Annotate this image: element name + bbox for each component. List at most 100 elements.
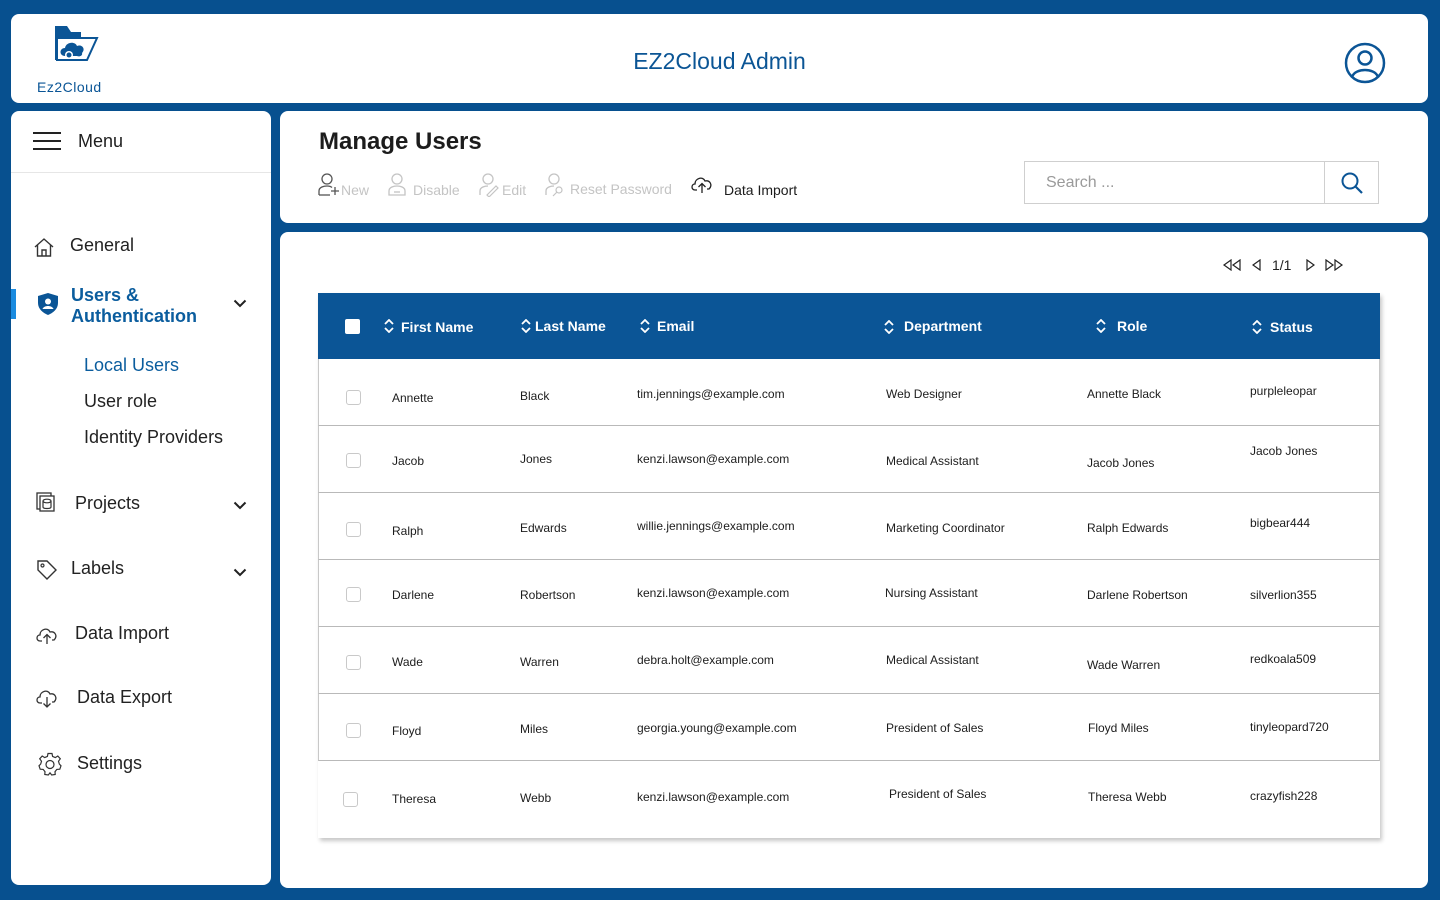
prev-page-icon[interactable] bbox=[1252, 259, 1262, 271]
table-row[interactable]: Floyd Miles georgia.young@example.com Pr… bbox=[318, 694, 1380, 761]
cell-role: Darlene Robertson bbox=[1087, 588, 1188, 602]
cell-last-name: Robertson bbox=[520, 588, 576, 602]
sidebar-subitem-identity-providers[interactable]: Identity Providers bbox=[84, 427, 223, 448]
sidebar-item-general[interactable]: General bbox=[11, 231, 271, 261]
data-import-label: Data Import bbox=[724, 182, 798, 198]
gear-icon bbox=[38, 752, 62, 776]
select-all-checkbox[interactable] bbox=[345, 319, 360, 334]
menu-label: Menu bbox=[78, 131, 124, 151]
user-circle-icon bbox=[1344, 42, 1386, 84]
cell-first-name: Jacob bbox=[392, 454, 425, 468]
sidebar-subitem-user-role[interactable]: User role bbox=[84, 391, 157, 412]
column-label: Email bbox=[657, 318, 695, 334]
sidebar-item-data-export[interactable]: Data Export bbox=[11, 684, 271, 714]
cell-status: silverlion355 bbox=[1250, 588, 1317, 602]
user-disable-icon bbox=[388, 173, 406, 196]
menu-header[interactable]: Menu bbox=[11, 111, 271, 173]
folder-stack-icon bbox=[36, 492, 55, 512]
new-label: New bbox=[341, 182, 370, 198]
user-edit-icon bbox=[479, 173, 499, 197]
table-row[interactable]: Ralph Edwards willie.jennings@example.co… bbox=[318, 493, 1380, 560]
table-row[interactable]: Wade Warren debra.holt@example.com Medic… bbox=[318, 627, 1380, 694]
top-header: Ez2Cloud EZ2Cloud Admin bbox=[11, 14, 1428, 103]
table-row[interactable]: Darlene Robertson kenzi.lawson@example.c… bbox=[318, 560, 1380, 627]
page-title: Manage Users bbox=[319, 128, 482, 155]
cell-last-name: Warren bbox=[520, 655, 559, 669]
cell-role: Theresa Webb bbox=[1088, 790, 1167, 804]
first-page-icon[interactable] bbox=[1222, 259, 1242, 271]
table-header: First Name Last Name Email Department Ro… bbox=[318, 293, 1380, 359]
sidebar-item-settings[interactable]: Settings bbox=[11, 749, 271, 779]
sidebar-item-label-line2: Authentication bbox=[71, 306, 197, 326]
sidebar-item-projects[interactable]: Projects bbox=[11, 489, 271, 519]
sort-icon bbox=[1252, 320, 1262, 334]
sidebar-item-labels[interactable]: Labels bbox=[11, 555, 271, 585]
page-indicator: 1/1 bbox=[1272, 257, 1292, 273]
tag-icon bbox=[37, 560, 57, 580]
next-page-icon[interactable] bbox=[1305, 259, 1315, 271]
sidebar-item-label: Labels bbox=[71, 558, 125, 578]
last-page-icon[interactable] bbox=[1324, 259, 1344, 271]
row-checkbox[interactable] bbox=[343, 792, 358, 807]
row-checkbox[interactable] bbox=[346, 655, 361, 670]
sidebar-item-label: Projects bbox=[75, 493, 141, 513]
disable-label: Disable bbox=[413, 182, 460, 198]
user-avatar[interactable] bbox=[1344, 42, 1386, 89]
sort-icon bbox=[521, 319, 531, 333]
users-table: First Name Last Name Email Department Ro… bbox=[318, 293, 1380, 838]
sidebar-subitem-local-users[interactable]: Local Users bbox=[84, 355, 179, 376]
row-checkbox[interactable] bbox=[346, 453, 361, 468]
user-key-icon bbox=[545, 173, 563, 197]
cell-last-name: Miles bbox=[520, 722, 549, 736]
data-import-button[interactable]: Data Import bbox=[690, 173, 805, 201]
new-user-button[interactable]: New bbox=[318, 173, 378, 201]
cell-first-name: Annette bbox=[392, 391, 434, 405]
cell-status: crazyfish228 bbox=[1250, 789, 1318, 803]
cell-email: georgia.young@example.com bbox=[637, 721, 797, 735]
edit-user-button[interactable]: Edit bbox=[479, 173, 529, 201]
sidebar: Menu General Users & Authentication Loca… bbox=[11, 111, 271, 885]
chevron-down-icon[interactable] bbox=[233, 501, 247, 510]
disable-user-button[interactable]: Disable bbox=[388, 173, 468, 201]
sort-icon bbox=[640, 319, 650, 333]
cell-department: Medical Assistant bbox=[886, 454, 979, 468]
cell-email: willie.jennings@example.com bbox=[637, 519, 795, 533]
table-row[interactable]: Annette Black tim.jennings@example.com W… bbox=[318, 359, 1380, 426]
cell-role: Jacob Jones bbox=[1087, 456, 1155, 470]
reset-password-label: Reset Password bbox=[570, 181, 672, 197]
edit-label: Edit bbox=[502, 182, 527, 198]
cell-role: Floyd Miles bbox=[1088, 721, 1149, 735]
cell-department: Web Designer bbox=[886, 387, 962, 401]
chevron-down-icon[interactable] bbox=[233, 568, 247, 577]
chevron-down-icon[interactable] bbox=[233, 299, 247, 308]
cell-role: Annette Black bbox=[1087, 387, 1162, 401]
row-checkbox[interactable] bbox=[346, 587, 361, 602]
search-icon bbox=[1341, 172, 1363, 194]
search-input[interactable] bbox=[1025, 162, 1325, 203]
row-checkbox[interactable] bbox=[346, 522, 361, 537]
sidebar-item-label: Data Import bbox=[75, 623, 170, 643]
search-box bbox=[1024, 161, 1379, 204]
column-label: Role bbox=[1117, 318, 1148, 334]
table-row[interactable]: Theresa Webb kenzi.lawson@example.com Pr… bbox=[318, 761, 1380, 828]
cell-last-name: Jones bbox=[520, 452, 553, 466]
row-checkbox[interactable] bbox=[346, 390, 361, 405]
row-checkbox[interactable] bbox=[346, 723, 361, 738]
home-icon bbox=[34, 238, 54, 257]
sidebar-item-data-import[interactable]: Data Import bbox=[11, 619, 271, 649]
hamburger-icon[interactable] bbox=[33, 132, 61, 150]
reset-password-button[interactable]: Reset Password bbox=[545, 173, 675, 201]
search-button[interactable] bbox=[1324, 162, 1378, 203]
table-row[interactable]: Jacob Jones kenzi.lawson@example.com Med… bbox=[318, 426, 1380, 493]
sort-icon bbox=[1096, 319, 1106, 333]
cell-status: bigbear444 bbox=[1250, 516, 1311, 530]
cell-last-name: Black bbox=[520, 389, 550, 403]
cell-status: redkoala509 bbox=[1250, 652, 1317, 666]
cell-email: kenzi.lawson@example.com bbox=[637, 586, 790, 600]
pagination: 1/1 bbox=[1220, 256, 1350, 276]
users-content-panel: 1/1 First Name Last Name Email Departmen… bbox=[280, 232, 1428, 888]
cell-status: purpleleopar bbox=[1250, 384, 1317, 398]
cell-first-name: Theresa bbox=[392, 792, 437, 806]
sidebar-item-users-auth[interactable]: Users & Authentication bbox=[11, 283, 271, 329]
cell-last-name: Edwards bbox=[520, 521, 567, 535]
